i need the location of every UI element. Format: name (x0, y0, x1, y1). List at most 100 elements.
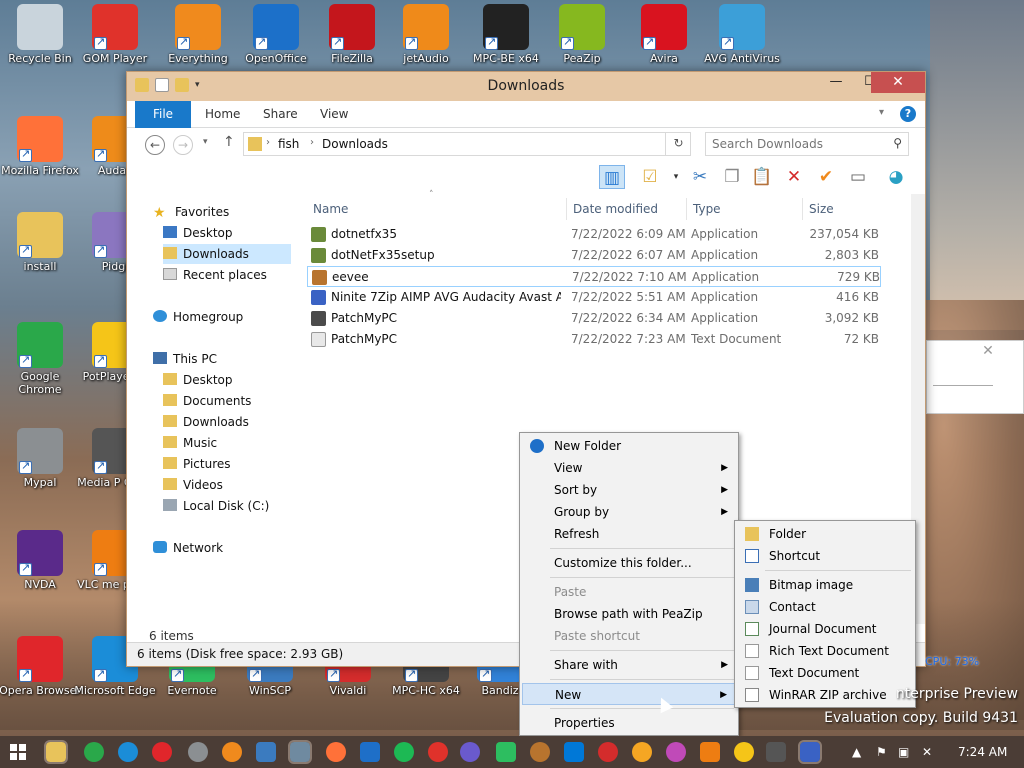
column-size[interactable]: Size (803, 198, 881, 220)
menu-paste-shortcut[interactable]: Paste shortcut (522, 625, 736, 647)
app-taskbar-icon[interactable] (598, 742, 618, 762)
tab-share[interactable]: Share (263, 101, 298, 128)
menu-paste[interactable]: Paste (522, 581, 736, 603)
taskbar-clock[interactable]: 7:24 AM (958, 745, 1007, 759)
tray-overflow-icon[interactable]: ▲ (852, 745, 861, 759)
app-taskbar-icon[interactable] (666, 742, 686, 762)
new-text-item[interactable]: Text Document (737, 662, 913, 684)
edge-taskbar-icon[interactable] (118, 742, 138, 762)
desktop-icon-opera-browser[interactable]: Opera Browser (0, 636, 82, 697)
search-input[interactable] (712, 134, 882, 154)
menu-new-folder[interactable]: New Folder (522, 435, 736, 457)
column-name[interactable]: Name (307, 198, 567, 220)
nav-favorites[interactable]: ★ Favorites (153, 202, 229, 222)
nav-videos[interactable]: Videos (163, 475, 223, 495)
vscode-taskbar-icon[interactable] (564, 742, 584, 762)
column-date-modified[interactable]: Date modified (567, 198, 687, 220)
desktop-icon-filezilla[interactable]: FileZilla (310, 4, 394, 65)
file-row[interactable]: PatchMyPC 7/22/2022 7:23 AM Text Document 7… (307, 329, 881, 350)
menu-properties[interactable]: Properties (522, 712, 736, 734)
close-button[interactable]: ✕ (871, 72, 925, 93)
new-contact-item[interactable]: Contact (737, 596, 913, 618)
paste-icon[interactable]: 📋 (749, 165, 775, 189)
image-viewer-taskbar-icon[interactable] (288, 740, 312, 764)
everything-taskbar-icon[interactable] (222, 742, 242, 762)
nav-desktop[interactable]: Desktop (163, 223, 293, 243)
desktop-icon-mypal[interactable]: Mypal (0, 428, 82, 489)
winscp-taskbar-icon[interactable] (256, 742, 276, 762)
nav-documents[interactable]: Documents (163, 391, 251, 411)
menu-browse-peazip[interactable]: Browse path with PeaZip (522, 603, 736, 625)
tab-home[interactable]: Home (205, 101, 240, 128)
minimize-button[interactable]: — (819, 72, 853, 93)
chrome-taskbar-icon[interactable] (84, 742, 104, 762)
flag-icon[interactable]: ⚑ (876, 745, 887, 759)
new-journal-item[interactable]: Journal Document (737, 618, 913, 640)
start-button[interactable] (10, 744, 26, 760)
forward-button[interactable]: → (173, 135, 193, 155)
tab-view[interactable]: View (320, 101, 348, 128)
title-bar[interactable]: ▾ Downloads — ☐ ✕ (127, 72, 925, 101)
app-taskbar-icon[interactable] (798, 740, 822, 764)
app-taskbar-icon[interactable] (428, 742, 448, 762)
address-bar[interactable]: › fish › Downloads ▾ (243, 132, 757, 156)
desktop-icon-avira[interactable]: Avira (622, 4, 706, 65)
back-button[interactable]: ← (145, 135, 165, 155)
chevron-down-icon[interactable]: ▾ (663, 165, 689, 189)
background-dialog-close-icon[interactable]: ✕ (973, 343, 1003, 363)
copy-icon[interactable]: ❐ (719, 165, 745, 189)
app-taskbar-icon[interactable] (766, 742, 786, 762)
desktop-icon-openoffice[interactable]: OpenOffice (234, 4, 318, 65)
column-type[interactable]: Type (687, 198, 803, 220)
menu-share-with[interactable]: Share with ▶ (522, 654, 736, 676)
menu-group-by[interactable]: Group by ▶ (522, 501, 736, 523)
breadcrumb-fish[interactable]: fish (278, 137, 299, 151)
nav-downloads[interactable]: Downloads (163, 244, 291, 264)
select-all-icon[interactable]: ☑ (637, 165, 663, 189)
nav-recent-places[interactable]: Recent places (163, 265, 267, 285)
nav-pc-desktop[interactable]: Desktop (163, 370, 233, 390)
desktop-icon-mpc-be-x64[interactable]: MPC-BE x64 (464, 4, 548, 65)
nav-local-disk[interactable]: Local Disk (C:) (163, 496, 269, 516)
chevron-down-icon[interactable]: ▾ (879, 107, 884, 118)
preview-pane-icon[interactable]: ▥ (599, 165, 625, 189)
nav-network[interactable]: Network (153, 538, 223, 558)
vlc-taskbar-icon[interactable] (700, 742, 720, 762)
app-taskbar-icon[interactable] (496, 742, 516, 762)
file-explorer-taskbar-icon[interactable] (44, 740, 68, 764)
desktop-icon-install[interactable]: install (0, 212, 82, 273)
nav-music[interactable]: Music (163, 433, 217, 453)
new-shortcut-item[interactable]: Shortcut (737, 545, 913, 567)
new-bitmap-item[interactable]: Bitmap image (737, 574, 913, 596)
nav-this-pc[interactable]: This PC (153, 349, 217, 369)
desktop-icon-gom-player[interactable]: GOM Player (73, 4, 157, 65)
app-taskbar-icon[interactable] (734, 742, 754, 762)
delete-icon[interactable]: ✕ (781, 165, 807, 189)
desktop-icon-everything[interactable]: Everything (156, 4, 240, 65)
desktop-icon-google-chrome[interactable]: Google Chrome (0, 322, 82, 396)
refresh-button[interactable]: ↻ (665, 132, 691, 156)
breadcrumb-downloads[interactable]: Downloads (322, 137, 388, 151)
new-winrar-item[interactable]: WinRAR ZIP archive (737, 684, 913, 706)
new-rtf-item[interactable]: Rich Text Document (737, 640, 913, 662)
file-row[interactable]: dotnetfx35 7/22/2022 6:09 AM Application 23… (307, 224, 881, 245)
opera-taskbar-icon[interactable] (152, 742, 172, 762)
menu-customize-folder[interactable]: Customize this folder... (522, 552, 736, 574)
desktop-icon-recycle-bin[interactable]: Recycle Bin (0, 4, 82, 65)
nav-homegroup[interactable]: Homegroup (153, 307, 243, 327)
menu-view[interactable]: View ▶ (522, 457, 736, 479)
outlook-taskbar-icon[interactable] (360, 742, 380, 762)
file-row[interactable]: Ninite 7Zip AIMP AVG Audacity Avast Av..… (307, 287, 881, 308)
menu-refresh[interactable]: Refresh (522, 523, 736, 545)
up-button[interactable]: ↑ (223, 134, 235, 150)
firefox-taskbar-icon[interactable] (326, 742, 346, 762)
desktop-icon-avg-antivirus[interactable]: AVG AntiVirus (700, 4, 784, 65)
desktop-icon-mozilla-firefox[interactable]: Mozilla Firefox (0, 116, 82, 177)
spotify-taskbar-icon[interactable] (394, 742, 414, 762)
file-row[interactable]: PatchMyPC 7/22/2022 6:34 AM Application 3,0… (307, 308, 881, 329)
app-taskbar-icon[interactable] (632, 742, 652, 762)
mypal-taskbar-icon[interactable] (188, 742, 208, 762)
tab-file[interactable]: File (135, 101, 191, 128)
nav-pc-downloads[interactable]: Downloads (163, 412, 249, 432)
recent-locations-icon[interactable]: ▾ (203, 137, 208, 147)
